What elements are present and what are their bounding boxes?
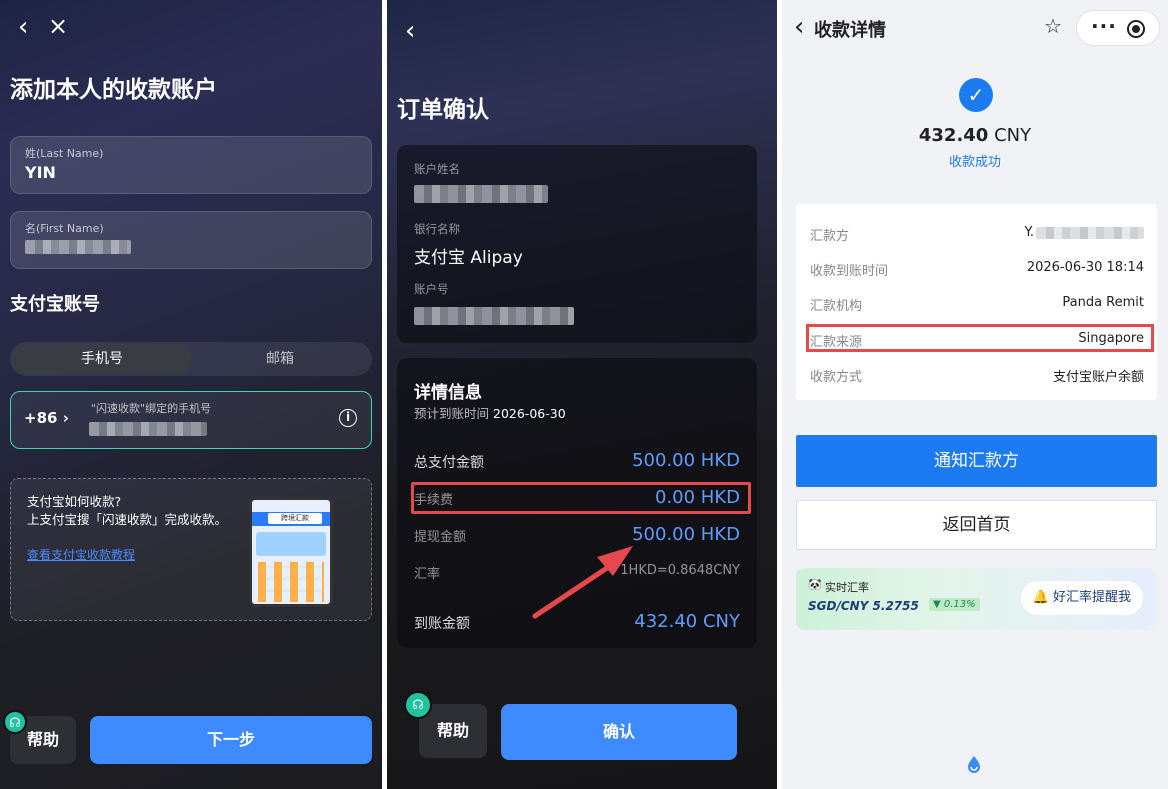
nav-bar: ‹ 收款详情 ☆ ···: [782, 0, 1168, 54]
confirm-button[interactable]: 确认: [501, 704, 737, 760]
row-value: Panda Remit: [1062, 295, 1144, 310]
phone-blurred-value: [89, 422, 207, 436]
headset-icon: ☊: [404, 691, 432, 719]
add-account-screen: ‹ × 添加本人的收款账户 姓(Last Name) YIN 名(First N…: [0, 0, 382, 789]
mini-program-capsule: ···: [1076, 10, 1160, 46]
back-home-button[interactable]: 返回首页: [796, 500, 1157, 550]
sender-blurred: [1036, 227, 1144, 239]
rate-title: 实时汇率: [825, 581, 869, 594]
detail-row-institution: 汇款机构 Panda Remit: [810, 295, 1144, 314]
mock-banner: [256, 532, 326, 556]
last-name-label: 姓(Last Name): [25, 147, 104, 160]
country-code-selector[interactable]: +86 ›: [24, 409, 69, 427]
alipay-section-title: 支付宝账号: [10, 294, 100, 315]
next-button[interactable]: 下一步: [90, 716, 372, 764]
success-check-icon: ✓: [959, 78, 993, 112]
nav-title: 收款详情: [814, 20, 886, 41]
row-label: 汇款机构: [810, 299, 863, 314]
rate-change-badge: ▼ 0.13%: [929, 598, 980, 611]
bell-icon: 🔔: [1032, 590, 1049, 605]
page-title: 添加本人的收款账户: [10, 77, 217, 103]
amount-currency: CNY: [994, 125, 1032, 146]
drop-logo-icon: [968, 756, 980, 773]
row-value: Y.: [1024, 225, 1034, 240]
order-confirm-screen: ‹ 订单确认 账户姓名 银行名称 支付宝 Alipay 账户号 详情信息 预计到…: [387, 0, 777, 789]
more-icon[interactable]: ···: [1091, 14, 1117, 38]
notify-sender-button[interactable]: 通知汇款方: [796, 435, 1157, 487]
row-value: 支付宝账户余额: [1052, 370, 1144, 385]
mock-icons: [258, 562, 324, 602]
back-icon[interactable]: ‹: [794, 12, 804, 42]
row-label: 收款到账时间: [810, 264, 889, 279]
first-name-label: 名(First Name): [25, 222, 104, 235]
rate-remind-label: 好汇率提醒我: [1052, 590, 1131, 605]
howto-tutorial-link[interactable]: 查看支付宝收款教程: [27, 546, 135, 563]
exchange-rate-card[interactable]: 🐼 实时汇率 SGD/CNY 5.2755 ▼ 0.13% 🔔 好汇率提醒我: [796, 568, 1157, 630]
detail-card: 汇款方 Y. 收款到账时间 2026-06-30 18:14 汇款机构 Pand…: [796, 204, 1157, 400]
headset-icon: ☊: [3, 710, 27, 734]
phone-mockup-image: 跨境汇款: [249, 497, 333, 607]
detail-row-time: 收款到账时间 2026-06-30 18:14: [810, 260, 1144, 279]
howto-description: 上支付宝搜「闪速收款」完成收款。: [27, 512, 228, 527]
howto-card: 支付宝如何收款? 上支付宝搜「闪速收款」完成收款。 查看支付宝收款教程 跨境汇款: [10, 478, 372, 621]
close-record-icon[interactable]: [1127, 20, 1145, 38]
close-icon[interactable]: ×: [48, 12, 68, 40]
info-icon[interactable]: i: [339, 409, 357, 427]
howto-question: 支付宝如何收款?: [27, 494, 122, 509]
receipt-detail-screen: ‹ 收款详情 ☆ ··· ✓ 432.40 CNY 收款成功 汇款方 Y. 收款…: [782, 0, 1168, 789]
tab-email[interactable]: 邮箱: [190, 344, 370, 374]
mock-search-text: 跨境汇款: [268, 513, 322, 524]
amount-value: 432.40: [918, 125, 989, 146]
last-name-field[interactable]: 姓(Last Name) YIN: [10, 136, 372, 194]
source-highlight-box: [806, 324, 1154, 352]
red-arrow-annotation: [532, 546, 633, 619]
phone-input[interactable]: +86 › "闪速收款"绑定的手机号 i: [10, 391, 372, 449]
first-name-field[interactable]: 名(First Name): [10, 211, 372, 269]
star-icon[interactable]: ☆: [1044, 14, 1062, 38]
detail-row-method: 收款方式 支付宝账户余额: [810, 366, 1144, 385]
panda-icon: 🐼: [808, 578, 822, 591]
amount: 432.40 CNY: [782, 125, 1168, 146]
rate-remind-button[interactable]: 🔔 好汇率提醒我: [1020, 581, 1143, 615]
mock-search-bar: 跨境汇款: [252, 512, 330, 526]
row-label: 汇款方: [810, 229, 850, 244]
phone-label: "闪速收款"绑定的手机号: [91, 402, 212, 415]
tab-phone[interactable]: 手机号: [12, 344, 192, 374]
back-icon[interactable]: ‹: [18, 12, 28, 42]
chevron-right-icon: ›: [62, 409, 69, 427]
last-name-value: YIN: [25, 163, 56, 182]
howto-text: 支付宝如何收款? 上支付宝搜「闪速收款」完成收款。: [27, 493, 227, 529]
first-name-blurred-value: [25, 240, 131, 254]
detail-row-sender: 汇款方 Y.: [810, 225, 1144, 244]
row-label: 收款方式: [810, 370, 863, 385]
row-value: 2026-06-30 18:14: [1026, 260, 1144, 275]
country-code: +86: [24, 409, 58, 427]
rate-pair: SGD/CNY 5.2755: [808, 599, 919, 613]
account-type-switch: 手机号 邮箱: [10, 342, 372, 376]
status-text: 收款成功: [948, 155, 1001, 170]
